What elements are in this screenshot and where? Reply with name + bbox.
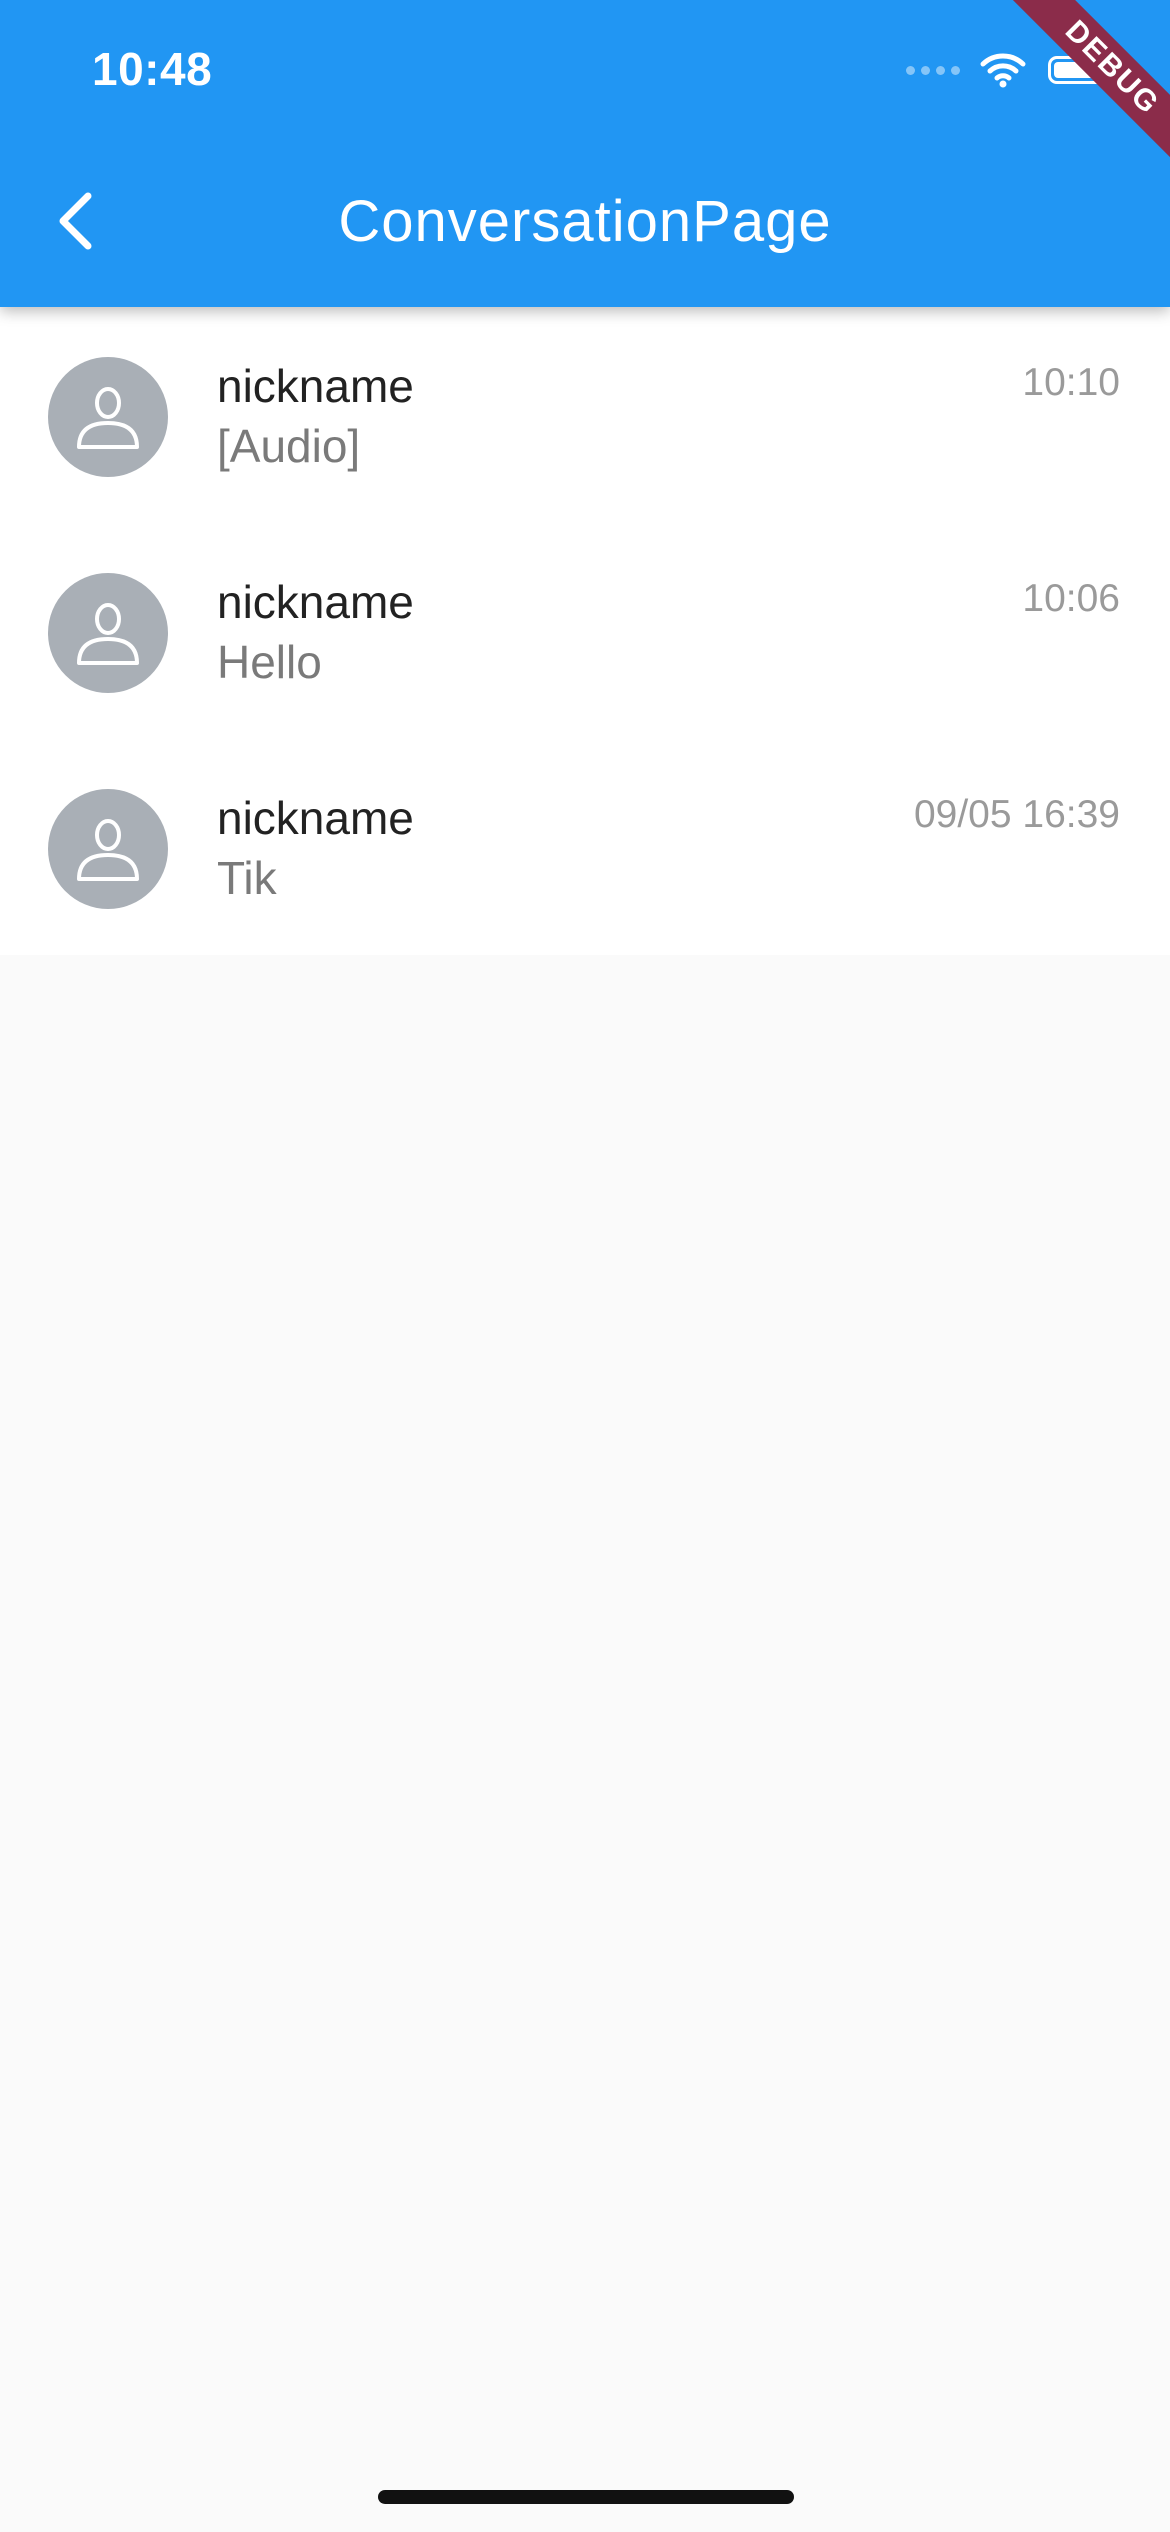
avatar — [48, 357, 168, 477]
person-icon — [77, 819, 139, 881]
person-icon — [77, 387, 139, 449]
debug-banner-label: DEBUG — [990, 0, 1170, 180]
conversation-item[interactable]: nickname Hello 10:06 — [0, 523, 1170, 739]
home-indicator — [378, 2490, 794, 2504]
cellular-signal-icon — [906, 65, 960, 75]
conversation-time: 10:06 — [1022, 577, 1120, 620]
debug-banner: DEBUG — [990, 0, 1170, 180]
avatar — [48, 573, 168, 693]
status-bar-time: 10:48 — [92, 43, 213, 95]
conversation-list: nickname [Audio] 10:10 nickname Hello 10… — [0, 307, 1170, 955]
conversation-nickname: nickname — [217, 360, 414, 412]
avatar — [48, 789, 168, 909]
conversation-item[interactable]: nickname Tik 09/05 16:39 — [0, 739, 1170, 955]
conversation-item[interactable]: nickname [Audio] 10:10 — [0, 307, 1170, 523]
conversation-preview: [Audio] — [217, 420, 361, 472]
conversation-preview: Hello — [217, 636, 322, 688]
page-title: ConversationPage — [338, 189, 832, 254]
conversation-nickname: nickname — [217, 792, 414, 844]
conversation-time: 09/05 16:39 — [913, 793, 1120, 836]
conversation-time: 10:10 — [1022, 361, 1120, 404]
person-icon — [77, 603, 139, 665]
conversation-preview: Tik — [217, 852, 277, 904]
conversation-nickname: nickname — [217, 576, 414, 628]
